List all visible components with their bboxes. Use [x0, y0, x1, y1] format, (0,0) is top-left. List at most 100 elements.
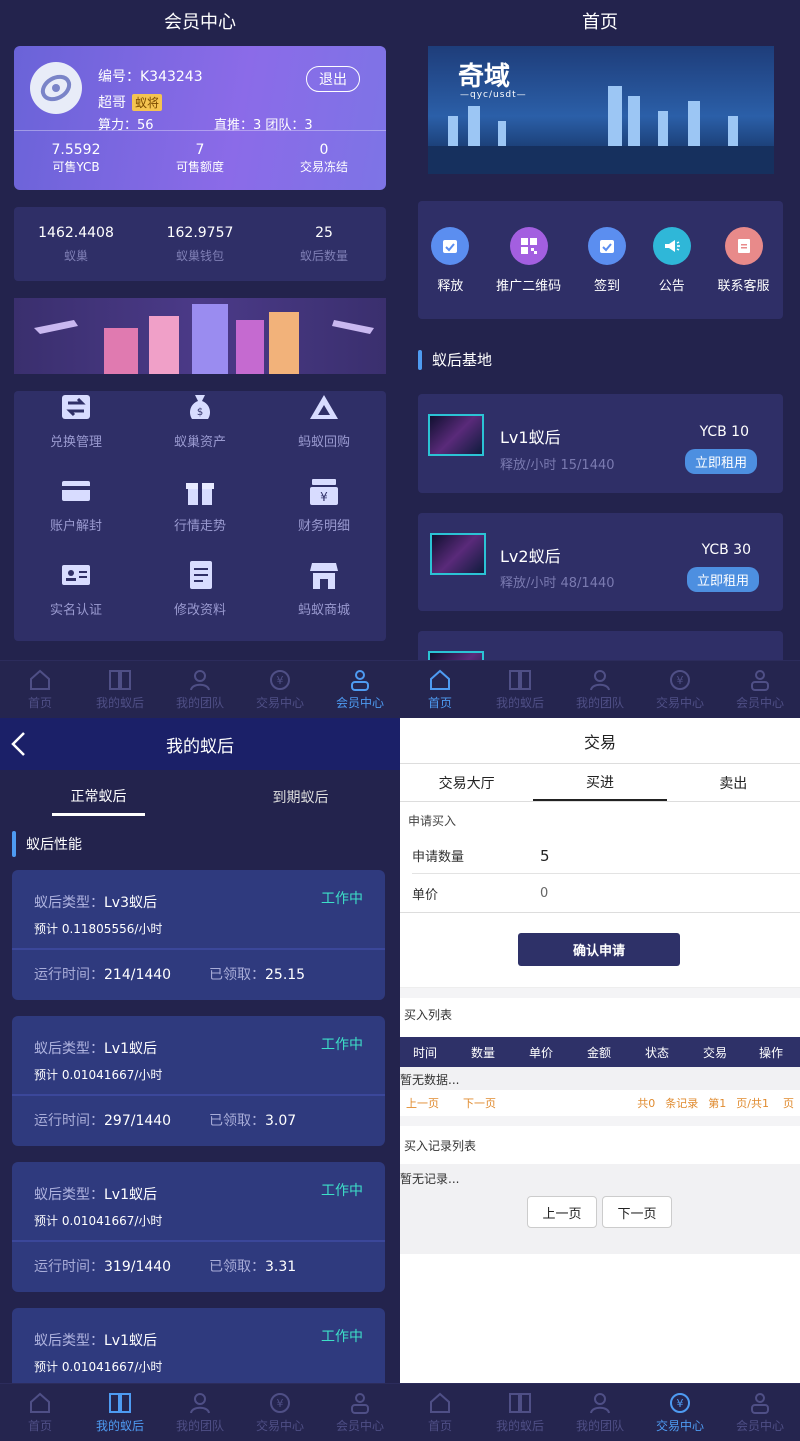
id-card-icon	[60, 559, 92, 591]
tab-trade-center[interactable]: ¥ 交易中心	[240, 661, 320, 718]
tab-sell[interactable]: 卖出	[667, 764, 800, 801]
tab-my-team[interactable]: 我的团队	[560, 1384, 640, 1441]
tab-my-team[interactable]: 我的团队	[160, 1384, 240, 1441]
stat-nest: 1462.4408 蚁巢	[38, 224, 114, 263]
tab-trade-center[interactable]: ¥ 交易中心	[240, 1384, 320, 1441]
nav-bar: 我的蚁后	[0, 718, 400, 770]
prev-page-button[interactable]: 上一页	[527, 1196, 597, 1228]
avatar	[30, 62, 82, 114]
back-arrow-icon[interactable]	[10, 731, 26, 761]
trade-screen: 交易 交易大厅 买进 卖出 申请买入 申请数量 5 单价 0 确认申请 买入列表…	[400, 718, 800, 1441]
bottom-tab-bar: 首页 我的蚁后 我的团队 ¥ 交易中心 会员中心	[400, 1383, 800, 1441]
queen-card: 蚁后类型：Lv3蚁后 工作中 预计 0.11805556/小时 运行时间：214…	[12, 870, 385, 1000]
menu-account-unlock[interactable]: 账户解封	[14, 462, 138, 546]
card-icon	[60, 475, 92, 507]
menu-finance-detail[interactable]: ¥ 财务明细	[262, 462, 386, 546]
tab-my-queens[interactable]: 我的蚁后	[80, 1384, 160, 1441]
menu-real-name-auth[interactable]: 实名认证	[14, 546, 138, 630]
team-icon	[588, 1391, 612, 1415]
tab-my-team[interactable]: 我的团队	[560, 661, 640, 718]
queen-thumbnail	[430, 533, 486, 575]
page-title: 交易	[400, 718, 800, 764]
person-icon	[748, 668, 772, 692]
tab-home[interactable]: 首页	[0, 1384, 80, 1441]
tab-trade-hall[interactable]: 交易大厅	[400, 764, 533, 801]
team-icon	[188, 668, 212, 692]
stat-frozen: 0 交易冻结	[299, 142, 348, 174]
tab-expired-queens[interactable]: 到期蚁后	[254, 778, 347, 816]
megaphone-icon	[652, 226, 691, 265]
quantity-input[interactable]: 5	[540, 847, 550, 865]
menu-ant-mall[interactable]: 蚂蚁商城	[262, 546, 386, 630]
menu-ant-buyback[interactable]: 蚂蚁回购	[262, 378, 386, 462]
menu-nest-assets[interactable]: $ 蚁巢资产	[138, 378, 262, 462]
tab-trade-center[interactable]: ¥ 交易中心	[640, 661, 720, 718]
home-icon	[28, 668, 52, 692]
person-icon	[348, 1391, 372, 1415]
brand-subtitle: —qyc/usdt—	[460, 90, 527, 100]
shortcut-contact-support[interactable]: 联系客服	[718, 226, 770, 294]
home-icon	[428, 668, 452, 692]
queen-price: YCB 30	[701, 542, 751, 558]
asset-stats-card: 1462.4408 蚁巢 162.9757 蚁巢钱包 25 蚁后数量	[14, 207, 386, 281]
bottom-tab-bar: 首页 我的蚁后 我的团队 ¥ 交易中心 会员中心	[0, 1383, 400, 1441]
document-icon	[184, 559, 216, 591]
tab-member-center[interactable]: 会员中心	[720, 1384, 800, 1441]
tab-my-queens[interactable]: 我的蚁后	[480, 1384, 560, 1441]
tab-member-center[interactable]: 会员中心	[320, 661, 400, 718]
tab-my-queens[interactable]: 我的蚁后	[80, 661, 160, 718]
tab-home[interactable]: 首页	[0, 661, 80, 718]
price-input[interactable]: 0	[540, 886, 548, 901]
queen-price: YCB 10	[699, 424, 749, 440]
tab-home[interactable]: 首页	[400, 1384, 480, 1441]
book-icon	[508, 668, 532, 692]
prev-page-link[interactable]: 上一页	[406, 1095, 439, 1111]
tab-my-team[interactable]: 我的团队	[160, 661, 240, 718]
tab-trade-center[interactable]: ¥ 交易中心	[640, 1384, 720, 1441]
stat-nest-wallet: 162.9757 蚁巢钱包	[166, 224, 234, 263]
profile-card: 编号：K343243 超哥 蚁将 算力：56 直推：3 团队：3 退出 7.55…	[14, 46, 386, 190]
stat-queen-count: 25 蚁后数量	[299, 224, 348, 263]
shortcut-sign-in[interactable]: 签到	[587, 226, 626, 294]
menu-edit-profile[interactable]: 修改资料	[138, 546, 262, 630]
logout-button[interactable]: 退出	[306, 66, 360, 92]
person-icon	[348, 668, 372, 692]
next-page-button[interactable]: 下一页	[602, 1196, 672, 1228]
tab-normal-queens[interactable]: 正常蚁后	[52, 778, 145, 816]
menu-market-trend[interactable]: 行情走势	[138, 462, 262, 546]
table-header: 时间 数量 单价 金额 状态 交易 操作	[400, 1037, 800, 1067]
rent-button[interactable]: 立即租用	[686, 567, 759, 592]
person-icon	[748, 1391, 772, 1415]
section-title: 蚁后基地	[418, 349, 492, 370]
rent-button[interactable]: 立即租用	[684, 449, 757, 474]
queen-name: Lv2蚁后	[500, 547, 561, 566]
queen-rate: 释放/小时 48/1440	[500, 576, 615, 591]
next-page-link[interactable]: 下一页	[463, 1095, 496, 1111]
shortcut-release[interactable]: 释放	[431, 226, 470, 294]
gift-icon	[184, 475, 216, 507]
store-icon	[308, 559, 340, 591]
shortcut-announcement[interactable]: 公告	[652, 226, 691, 294]
tab-my-queens[interactable]: 我的蚁后	[480, 661, 560, 718]
money-bag-icon: $	[184, 391, 216, 423]
quantity-row: 申请数量 5	[412, 838, 800, 874]
cash-register-icon: ¥	[308, 475, 340, 507]
queen-item: Lv2蚁后 释放/小时 48/1440 YCB 30 立即租用	[418, 513, 783, 611]
member-id: 编号：K343243	[98, 69, 203, 85]
shortcut-referral-qr[interactable]: 推广二维码	[496, 226, 561, 294]
document-icon	[724, 226, 763, 265]
member-name: 超哥	[98, 95, 126, 111]
tab-home[interactable]: 首页	[400, 661, 480, 718]
tab-member-center[interactable]: 会员中心	[720, 661, 800, 718]
triangle-logo-icon	[308, 391, 340, 423]
page-title: 首页	[582, 12, 618, 33]
tab-buy[interactable]: 买进	[533, 764, 667, 801]
status-badge: 工作中	[321, 1329, 363, 1345]
yen-cycle-icon: ¥	[668, 668, 692, 692]
queen-name: Lv1蚁后	[500, 428, 561, 447]
queen-card: 蚁后类型：Lv1蚁后 工作中 预计 0.01041667/小时 运行时间：319…	[12, 1162, 385, 1292]
submit-button[interactable]: 确认申请	[518, 933, 680, 966]
menu-exchange-management[interactable]: 兑换管理	[14, 378, 138, 462]
tab-member-center[interactable]: 会员中心	[320, 1384, 400, 1441]
record-title: 买入记录列表	[404, 1139, 477, 1153]
